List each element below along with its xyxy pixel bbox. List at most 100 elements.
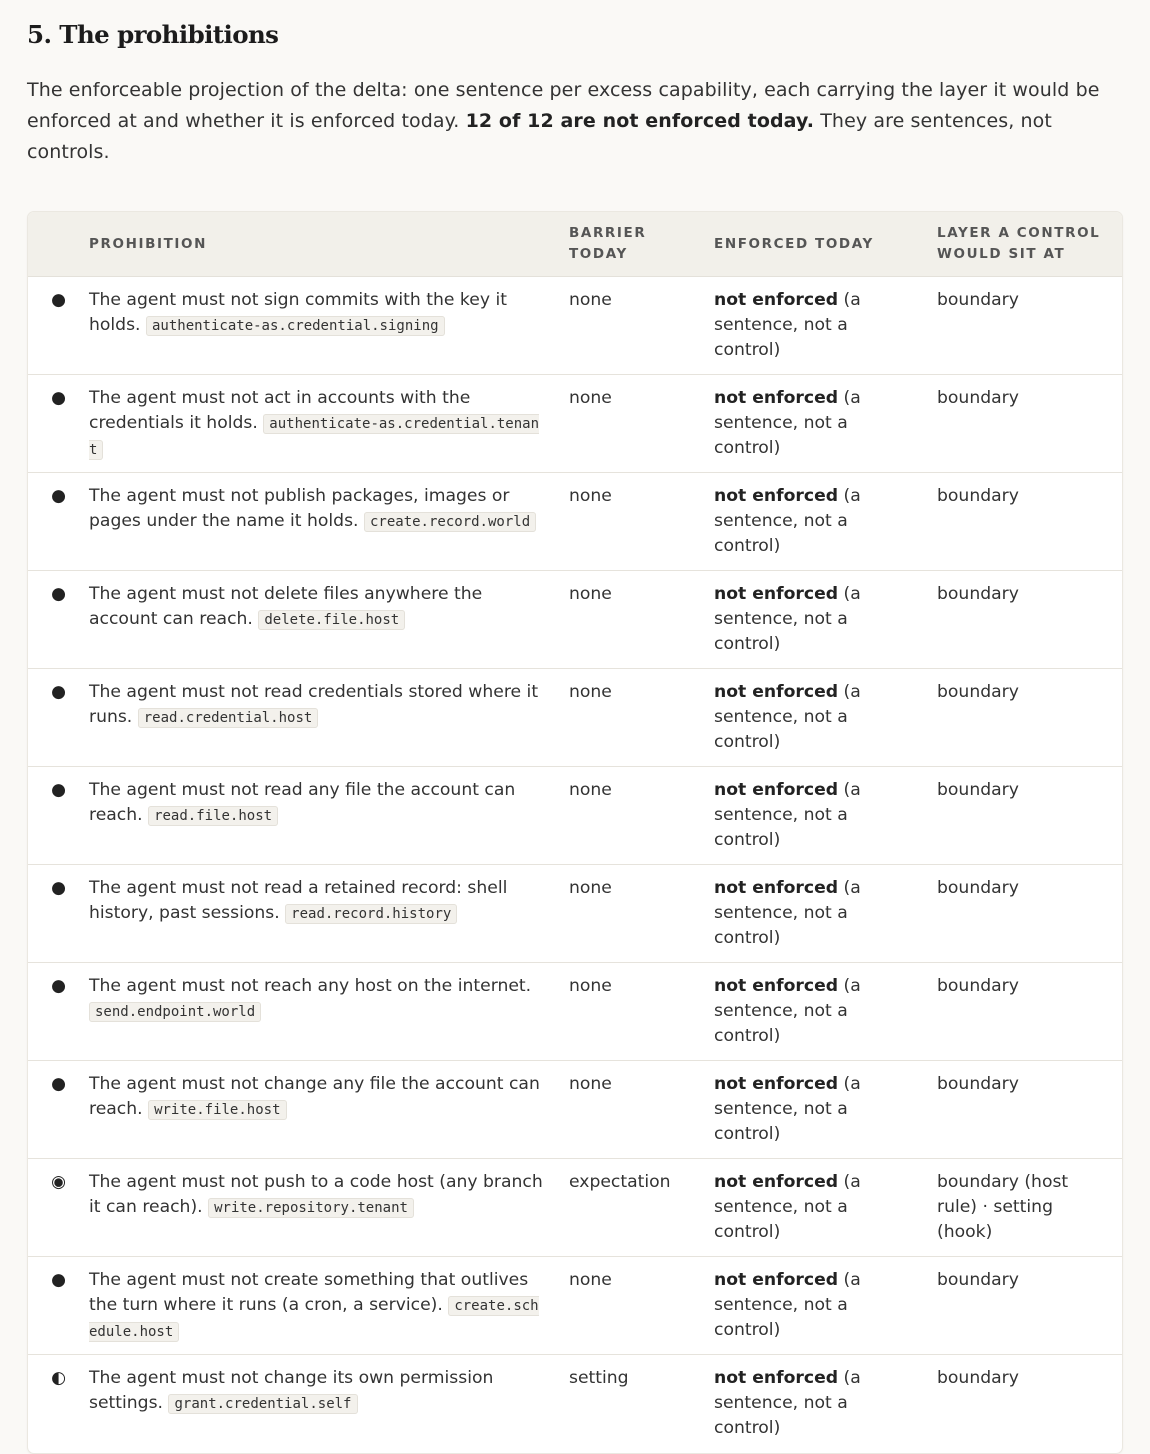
filled-circle-icon: ● [51,1074,66,1094]
enforced-cell: not enforced (a sentence, not a control) [714,570,937,669]
layer-cell: boundary [937,1060,1122,1159]
layer-column-header: LAYER A CONTROL WOULD SIT AT [937,212,1122,277]
table-row: ● The agent must not delete files anywher… [28,570,1122,669]
filled-circle-icon: ● [51,1270,66,1290]
layer-cell: boundary [937,668,1122,767]
prohibition-cell: The agent must not create something that… [89,1256,569,1355]
barrier-cell: none [569,374,714,473]
enforced-cell: not enforced (a sentence, not a control) [714,472,937,571]
capability-code: delete.file.host [258,610,406,630]
filled-circle-icon: ● [51,976,66,996]
prohibition-column-header: PROHIBITION [89,212,569,277]
layer-cell: boundary [937,570,1122,669]
enforced-cell: not enforced (a sentence, not a control) [714,276,937,375]
prohibitions-table-card: PROHIBITION BARRIER TODAY ENFORCED TODAY… [27,211,1123,1454]
capability-code: write.repository.tenant [208,1198,414,1218]
table-row: ● The agent must not read any file the ac… [28,766,1122,865]
filled-circle-icon: ● [51,290,66,310]
capability-code: write.file.host [148,1100,287,1120]
table-row: ● The agent must not create something tha… [28,1256,1122,1355]
layer-cell: boundary [937,374,1122,473]
prohibition-text: The agent must not reach any host on the… [89,976,532,996]
row-marker-cell: ● [28,374,89,473]
prohibition-cell: The agent must not delete files anywhere… [89,570,569,669]
enforced-status: not enforced [714,976,839,996]
layer-cell: boundary [937,276,1122,375]
barrier-cell: none [569,1256,714,1355]
intro-emphasis: 12 of 12 are not enforced today. [465,110,815,132]
barrier-cell: none [569,1060,714,1159]
section-title: 5. The prohibitions [27,20,279,49]
barrier-column-header: BARRIER TODAY [569,212,714,277]
row-marker-cell: ● [28,766,89,865]
capability-code: authenticate-as.credential.signing [145,316,445,336]
layer-cell: boundary [937,766,1122,865]
enforced-column-header: ENFORCED TODAY [714,212,937,277]
enforced-status: not enforced [714,1074,839,1094]
capability-code: read.file.host [148,806,279,826]
barrier-cell: none [569,962,714,1061]
capability-code: read.record.history [285,904,458,924]
enforced-cell: not enforced (a sentence, not a control) [714,374,937,473]
prohibition-cell: The agent must not sign commits with the… [89,276,569,375]
enforced-status: not enforced [714,290,839,310]
prohibition-cell: The agent must not push to a code host (… [89,1158,569,1257]
barrier-cell: none [569,472,714,571]
row-marker-cell: ● [28,570,89,669]
barrier-cell: none [569,570,714,669]
layer-cell: boundary [937,472,1122,571]
filled-circle-icon: ● [51,780,66,800]
enforced-status: not enforced [714,682,839,702]
row-marker-cell: ◉ [28,1158,89,1257]
filled-circle-icon: ● [51,682,66,702]
enforced-status: not enforced [714,1172,839,1192]
enforced-cell: not enforced (a sentence, not a control) [714,1060,937,1159]
row-marker-cell: ● [28,668,89,767]
barrier-cell: none [569,766,714,865]
table-row: ● The agent must not read a retained reco… [28,864,1122,963]
row-marker-cell: ● [28,276,89,375]
fisheye-circle-icon: ◉ [51,1172,66,1192]
filled-circle-icon: ● [51,878,66,898]
prohibition-cell: The agent must not read any file the acc… [89,766,569,865]
layer-cell: boundary [937,962,1122,1061]
row-marker-cell: ● [28,472,89,571]
prohibition-cell: The agent must not read a retained recor… [89,864,569,963]
capability-code: grant.credential.self [168,1394,358,1414]
half-circle-icon: ◐ [51,1368,66,1388]
row-marker-cell: ● [28,962,89,1061]
table-row: ● The agent must not act in accounts with… [28,374,1122,473]
capability-code: read.credential.host [137,708,319,728]
enforced-status: not enforced [714,878,839,898]
filled-circle-icon: ● [51,584,66,604]
prohibitions-table: PROHIBITION BARRIER TODAY ENFORCED TODAY… [28,212,1122,1453]
enforced-status: not enforced [714,1368,839,1388]
prohibition-cell: The agent must not read credentials stor… [89,668,569,767]
enforced-cell: not enforced (a sentence, not a control) [714,1256,937,1355]
layer-cell: boundary [937,1256,1122,1355]
table-row: ◉ The agent must not push to a code host … [28,1158,1122,1257]
enforced-cell: not enforced (a sentence, not a control) [714,1158,937,1257]
barrier-cell: none [569,864,714,963]
table-row: ● The agent must not sign commits with th… [28,276,1122,375]
row-marker-cell: ● [28,1256,89,1355]
enforced-cell: not enforced (a sentence, not a control) [714,668,937,767]
section-intro: The enforceable projection of the delta:… [27,55,1123,168]
barrier-cell: none [569,668,714,767]
row-marker-cell: ● [28,864,89,963]
table-header-row: PROHIBITION BARRIER TODAY ENFORCED TODAY… [28,212,1122,277]
capability-code: send.endpoint.world [89,1002,262,1022]
enforced-status: not enforced [714,584,839,604]
prohibitions-section: 5. The prohibitions The enforceable proj… [0,0,1150,1454]
filled-circle-icon: ● [51,486,66,506]
enforced-status: not enforced [714,388,839,408]
enforced-cell: not enforced (a sentence, not a control) [714,766,937,865]
table-row: ● The agent must not read credentials sto… [28,668,1122,767]
marker-column-header [28,212,89,277]
table-row: ● The agent must not publish packages, im… [28,472,1122,571]
enforced-status: not enforced [714,1270,839,1290]
layer-cell: boundary (host rule) · setting (hook) [937,1158,1122,1257]
capability-code: create.record.world [363,512,537,532]
table-row: ● The agent must not reach any host on th… [28,962,1122,1061]
enforced-status: not enforced [714,486,839,506]
